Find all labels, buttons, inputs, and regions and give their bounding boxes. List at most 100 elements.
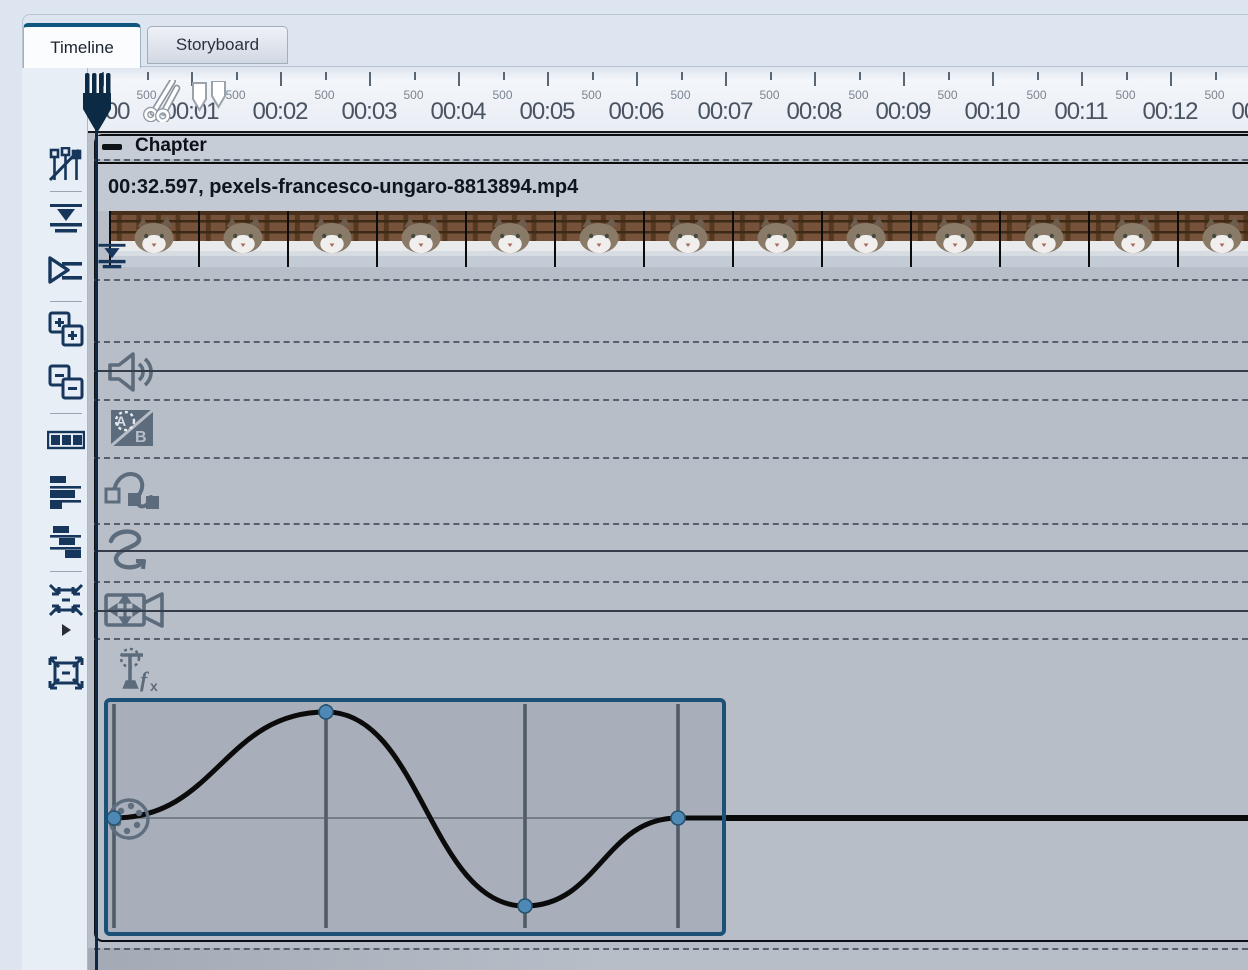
ruler-half-label: 500 (937, 88, 957, 102)
row-separator (94, 457, 1248, 459)
clip-thumbnail (378, 211, 467, 267)
squares-minus-icon (48, 364, 84, 400)
clip-filmstrip[interactable] (109, 211, 1248, 267)
playhead-line[interactable] (95, 118, 98, 970)
keyframe-handle-line[interactable] (324, 704, 328, 928)
pan-zoom-camera-row-icon[interactable] (104, 589, 168, 636)
row-separator (94, 399, 1248, 401)
chapter-header[interactable] (96, 136, 1248, 159)
ruler-half-tick (1126, 72, 1128, 80)
insert-object-button[interactable] (46, 199, 86, 239)
keyframe-curve[interactable] (108, 702, 722, 932)
keyframe-curve-path[interactable] (114, 712, 722, 906)
toolbar-separator (50, 413, 82, 414)
ruler-second-label: 00:04 (430, 98, 485, 126)
ruler-half-tick (147, 72, 149, 80)
tab-storyboard-label: Storyboard (176, 35, 259, 55)
track-area: Chapter 00:32.597, pexels-francesco-unga… (88, 133, 1248, 970)
keyframe-point[interactable] (319, 705, 333, 719)
clip-thumbnail (289, 211, 378, 267)
toggle-track-properties-button[interactable] (46, 145, 86, 185)
clip-thumbnail (467, 211, 556, 267)
ruler-second-label: 00:11 (1054, 98, 1107, 126)
mixer-slash-icon (48, 147, 84, 183)
keyframe-handle-line[interactable] (523, 704, 527, 928)
ruler-half-label: 500 (670, 88, 690, 102)
cut-cursor-icon[interactable] (138, 80, 182, 127)
rotation-curve-row-icon[interactable] (106, 529, 154, 578)
ruler-second-label: 00:13 (1231, 98, 1248, 126)
ruler-second-tick (547, 72, 549, 86)
ruler-half-tick (1215, 72, 1217, 80)
ruler-half-label: 500 (848, 88, 868, 102)
ruler-second-label: 00:12 (1142, 98, 1197, 126)
clip-title: 00:32.597, pexels-francesco-ungaro-88138… (96, 176, 578, 199)
split-marker-icon[interactable] (190, 81, 230, 120)
keyframe-point[interactable] (671, 811, 685, 825)
ruler-half-label: 500 (1026, 88, 1046, 102)
ruler-half-tick (948, 72, 950, 80)
filmstrip-view-button[interactable] (46, 420, 86, 460)
playhead-marker[interactable] (83, 73, 111, 140)
keyframe-point[interactable] (518, 899, 532, 913)
zoom-dropdown-arrow-icon[interactable] (62, 624, 71, 636)
keyframe-point[interactable] (108, 811, 121, 825)
expand-frame-icon (47, 655, 85, 691)
ruler-second-tick (725, 72, 727, 86)
movement-path-row-icon[interactable] (104, 467, 160, 518)
cascade-objects-button[interactable] (46, 523, 86, 563)
insert-down-icon (49, 203, 83, 235)
ruler-half-tick (681, 72, 683, 80)
timeline-ruler[interactable]: 00:0050000:0150000:0250000:0350000:04500… (88, 68, 1248, 133)
row-separator (94, 581, 1248, 583)
transition-ab-row-icon[interactable]: A B (110, 409, 154, 452)
align-objects-left-button[interactable] (46, 472, 86, 512)
ruler-half-label: 500 (759, 88, 779, 102)
ruler-second-label: 00:05 (519, 98, 574, 126)
clip-thumbnail (823, 211, 912, 267)
volume-envelope-line[interactable] (94, 370, 1248, 372)
cascade-bars-icon (50, 526, 82, 560)
svg-text:x: x (150, 678, 158, 693)
group-zoom-in-button[interactable] (46, 309, 86, 349)
ruler-half-tick (503, 72, 505, 80)
panzoom-envelope-line[interactable] (94, 610, 1248, 612)
ruler-second-label: 00:03 (341, 98, 396, 126)
ruler-second-tick (814, 72, 816, 86)
clip-thumbnail (912, 211, 1001, 267)
tab-timeline-label: Timeline (50, 38, 114, 58)
row-separator (94, 638, 1248, 640)
ruler-second-label: 00:09 (875, 98, 930, 126)
fit-timeline-zoom-button[interactable] (46, 580, 86, 620)
expand-timeline-zoom-button[interactable] (46, 653, 86, 693)
ruler-second-label: 00:06 (608, 98, 663, 126)
tabs-baseline (22, 66, 1248, 67)
curve-editor-selection[interactable] (104, 698, 726, 936)
svg-text:f: f (140, 667, 150, 692)
rotation-envelope-line[interactable] (94, 550, 1248, 552)
align-left-bars-icon (50, 475, 82, 509)
ruler-half-tick (859, 72, 861, 80)
text-effects-row-icon[interactable]: f x (116, 647, 166, 698)
clip-thumbnail (1179, 211, 1248, 267)
ruler-second-label: 00:10 (964, 98, 1019, 126)
audio-volume-row-icon[interactable] (108, 351, 154, 398)
shrink-frame-icon (47, 582, 85, 618)
timeline-panel: Timeline Storyboard (0, 0, 1248, 970)
ruler-second-label: 00:08 (786, 98, 841, 126)
tab-storyboard[interactable]: Storyboard (147, 26, 288, 64)
clip-header[interactable]: 00:32.597, pexels-francesco-ungaro-88138… (96, 164, 1248, 211)
clip-thumbnail (734, 211, 823, 267)
clip-thumbnail (1001, 211, 1090, 267)
tab-timeline[interactable]: Timeline (23, 23, 141, 68)
envelope-continuation-line[interactable] (724, 815, 1248, 821)
clip-thumbnail (1090, 211, 1179, 267)
ruler-half-label: 500 (1204, 88, 1224, 102)
ruler-half-label: 500 (314, 88, 334, 102)
chapter-collapse-button[interactable] (102, 144, 122, 150)
group-zoom-out-button[interactable] (46, 362, 86, 402)
svg-text:A: A (116, 413, 126, 429)
append-object-button[interactable] (46, 252, 86, 292)
ruler-second-tick (1081, 72, 1083, 86)
ruler-second-label: 00:02 (252, 98, 307, 126)
